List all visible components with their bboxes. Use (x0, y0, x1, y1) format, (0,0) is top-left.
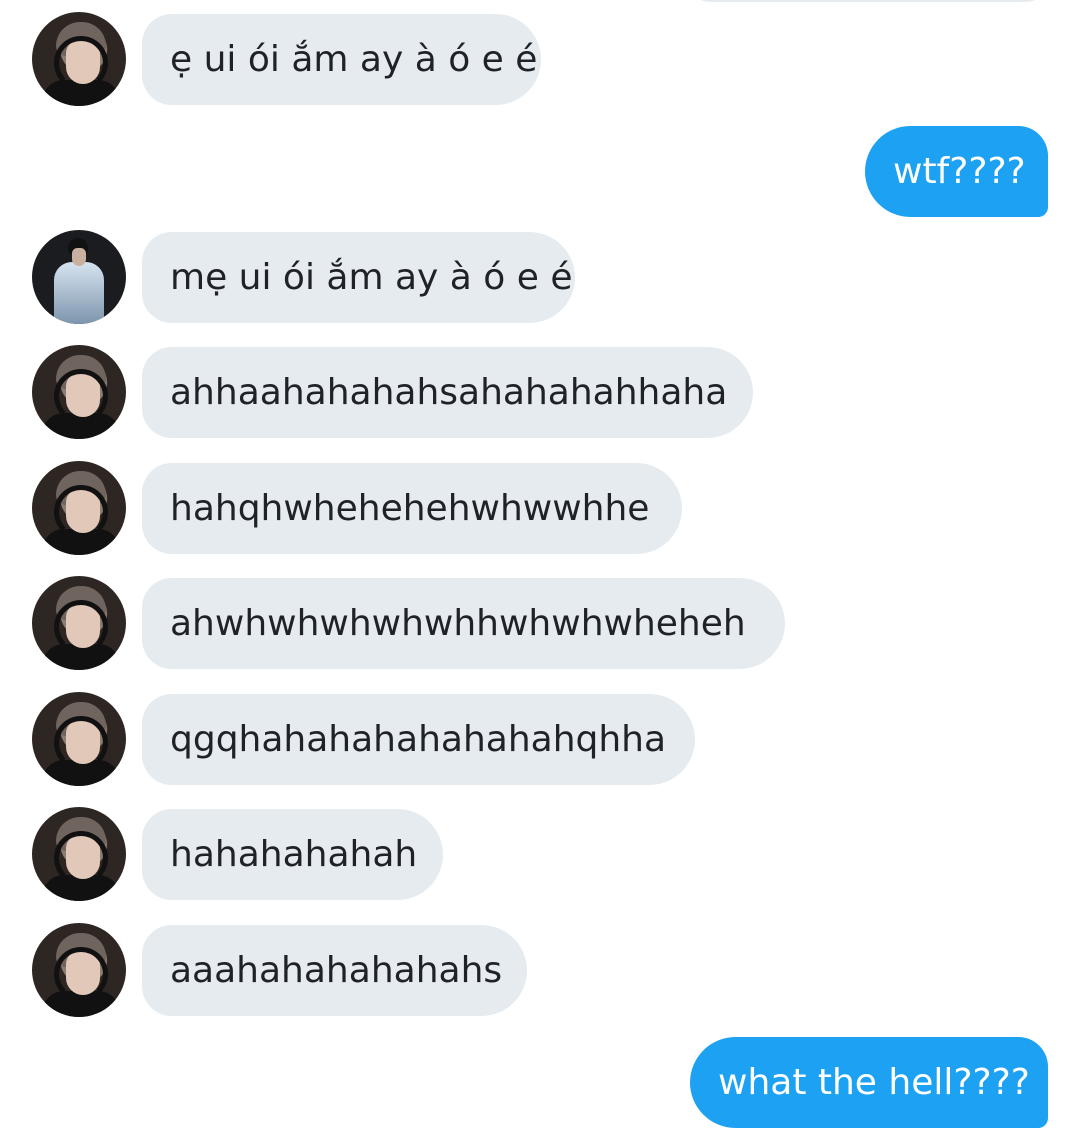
message-row: ahhaahahahahsahahahahhaha (0, 333, 1080, 439)
received-message-bubble[interactable]: ẹ ui ói ắm ay à ó e é (142, 14, 541, 105)
message-row: hahqhwhehehehwhwwhhe (0, 449, 1080, 555)
avatar-headset-icon[interactable] (32, 576, 126, 670)
received-message-bubble[interactable]: ahwhwhwhwhwhhwhwhwheheh (142, 578, 785, 669)
message-row: aaahahahahahahs (0, 911, 1080, 1017)
avatar-headset-icon[interactable] (32, 692, 126, 786)
avatar-headset-icon[interactable] (32, 461, 126, 555)
message-row: ahwhwhwhwhwhhwhwhwheheh (0, 564, 1080, 670)
message-row: mẹ ui ói ắm ay à ó e é (0, 218, 1080, 324)
received-message-bubble[interactable]: mẹ ui ói ắm ay à ó e é (142, 232, 575, 323)
avatar-headset-icon[interactable] (32, 923, 126, 1017)
message-row: qgqhahahahahahahahqhha (0, 680, 1080, 786)
avatar-headset-icon[interactable] (32, 807, 126, 901)
received-message-bubble[interactable]: ahhaahahahahsahahahahhaha (142, 347, 753, 438)
message-row: wtf???? (0, 112, 1080, 217)
avatar-jacket-icon[interactable] (32, 230, 126, 324)
message-row: what the hell???? (0, 1023, 1080, 1128)
received-message-bubble[interactable]: hahqhwhehehehwhwwhhe (142, 463, 682, 554)
avatar-headset-icon[interactable] (32, 12, 126, 106)
received-message-bubble[interactable]: qgqhahahahahahahahqhha (142, 694, 695, 785)
message-row: ẹ ui ói ắm ay à ó e é (0, 0, 1080, 106)
sent-message-bubble[interactable]: wtf???? (865, 126, 1048, 217)
avatar-headset-icon[interactable] (32, 345, 126, 439)
received-message-bubble[interactable]: hahahahahah (142, 809, 443, 900)
sent-message-bubble[interactable]: what the hell???? (690, 1037, 1048, 1128)
message-row: hahahahahah (0, 795, 1080, 901)
received-message-bubble[interactable]: aaahahahahahahs (142, 925, 527, 1016)
